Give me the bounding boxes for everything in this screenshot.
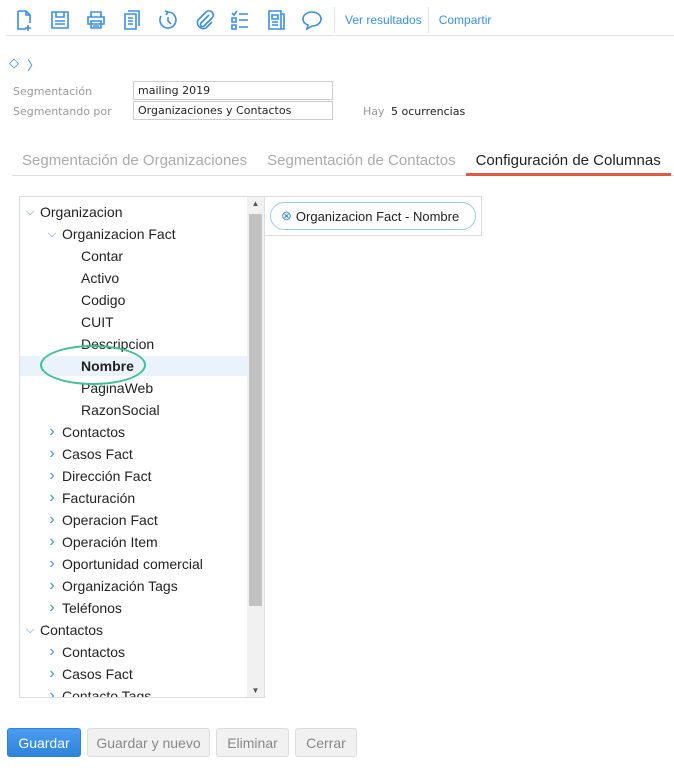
eliminar-button[interactable]: Eliminar (216, 728, 289, 757)
tree-item[interactable]: › Operacion Fact (20, 510, 248, 530)
chevron-right-icon[interactable]: 〉 (27, 55, 40, 74)
tree-item-label: Organizacion Fact (62, 226, 176, 242)
comment-icon[interactable] (294, 6, 330, 34)
guardar-button[interactable]: Guardar (7, 728, 81, 757)
tree-item[interactable]: ⌵ Organizacion Fact (20, 224, 248, 244)
tree-item-label: Activo (81, 270, 120, 286)
tree-item-label: Oportunidad comercial (62, 556, 203, 572)
tree-item-label: Contactos (62, 424, 126, 440)
column-chip[interactable]: ⊗ Organizacion Fact - Nombre (270, 202, 477, 230)
scroll-up-icon[interactable]: ▲ (247, 199, 264, 208)
chevron-right-icon[interactable]: › (45, 687, 59, 697)
tree-item[interactable]: › Oportunidad comercial (20, 554, 248, 574)
history-icon[interactable] (150, 6, 186, 34)
compartir-link[interactable]: Compartir (437, 13, 494, 27)
column-chip-label: Organizacion Fact - Nombre (295, 208, 460, 224)
tree-item[interactable]: › Contacto Tags (20, 686, 248, 698)
divider (427, 6, 429, 33)
segmentando-label: Segmentando por (13, 105, 112, 118)
tree-item[interactable]: CUIT (20, 312, 248, 332)
chevron-right-icon[interactable]: › (45, 467, 59, 485)
tree-item[interactable]: › Teléfonos (20, 598, 248, 618)
segmentando-input[interactable]: Organizaciones y Contactos (133, 101, 333, 120)
copy-icon[interactable] (114, 6, 150, 34)
tree-item-label: Operación Item (62, 534, 158, 550)
save-icon[interactable] (42, 6, 78, 34)
tree-item[interactable]: › Facturación (20, 488, 248, 508)
tree-item-label: Facturación (62, 490, 136, 506)
tree-item[interactable]: › Organización Tags (20, 576, 248, 596)
tree-item[interactable]: › Casos Fact (20, 664, 248, 684)
tree-item-label: CUIT (81, 314, 114, 330)
highlight-annotation (40, 345, 146, 385)
chevron-down-icon[interactable]: ⌵ (23, 206, 37, 219)
tree-item[interactable]: ⌵ Organizacion (20, 202, 248, 222)
tree-item[interactable]: Activo (20, 268, 248, 288)
chevron-right-icon[interactable]: › (45, 665, 59, 683)
toolbar: Ver resultados Compartir (6, 4, 674, 36)
cerrar-button[interactable]: Cerrar (295, 728, 357, 757)
tree-item[interactable]: Codigo (20, 290, 248, 310)
segmentacion-label: Segmentación (13, 85, 93, 98)
chevron-right-icon[interactable]: › (45, 489, 59, 507)
ver-resultados-link[interactable]: Ver resultados (343, 13, 424, 27)
tab-configuracion-columnas[interactable]: Configuración de Columnas (465, 146, 671, 176)
tree-item-label: Codigo (81, 292, 126, 308)
scrollbar[interactable]: ▲ ▼ (247, 197, 264, 697)
chevron-right-icon[interactable]: › (45, 577, 59, 595)
tree-item-label: RazonSocial (81, 402, 160, 418)
tree-item[interactable]: ⌵ Contactos (20, 620, 248, 640)
guardar-y-nuevo-button[interactable]: Guardar y nuevo (87, 728, 210, 757)
tree-item-label: Organizacion (40, 204, 123, 220)
notes-icon[interactable] (258, 6, 294, 34)
checklist-icon[interactable] (222, 6, 258, 34)
chevron-right-icon[interactable]: › (45, 599, 59, 617)
tree-item-label: Contactos (62, 644, 126, 660)
tree-item-label: Casos Fact (62, 666, 133, 682)
field-tree: › Contacto Tags › Casos Fact › Contactos ⌵ Cont… (19, 196, 265, 698)
tree-item[interactable]: › Contactos (20, 642, 248, 662)
tree-item[interactable]: PaginaWeb (20, 378, 248, 398)
tree-item-label: Dirección Fact (62, 468, 152, 484)
breadcrumb: ◇ 〉 (9, 55, 40, 74)
tree-item[interactable]: › Operación Item (20, 532, 248, 552)
tag-icon[interactable]: ◇ (9, 55, 19, 74)
scroll-down-icon[interactable]: ▼ (247, 686, 264, 695)
tree-item-label: Contacto Tags (62, 688, 152, 698)
new-document-icon[interactable] (6, 6, 42, 34)
tree-item-label: Contactos (40, 622, 104, 638)
attachment-icon[interactable] (186, 6, 222, 34)
divider (334, 6, 335, 33)
tree-item-label: Organización Tags (62, 578, 178, 594)
tab-segmentacion-organizaciones[interactable]: Segmentación de Organizaciones (12, 146, 257, 176)
scrollbar-thumb[interactable] (249, 214, 262, 606)
tree-item-label: Contar (81, 248, 124, 264)
chevron-down-icon[interactable]: ⌵ (45, 228, 59, 241)
tree-item-label: Operacion Fact (62, 512, 158, 528)
tree-item[interactable]: RazonSocial (20, 400, 248, 420)
tree-item[interactable]: › Dirección Fact (20, 466, 248, 486)
selected-columns-panel: ⊗ Organizacion Fact - Nombre (264, 196, 482, 236)
chevron-down-icon[interactable]: ⌵ (23, 624, 37, 637)
tree-item[interactable]: Contar (20, 246, 248, 266)
remove-circle-icon[interactable]: ⊗ (281, 208, 292, 224)
tab-segmentacion-contactos[interactable]: Segmentación de Contactos (257, 146, 465, 176)
tree-item-label: Casos Fact (62, 446, 133, 462)
segmentacion-input[interactable]: mailing 2019 (133, 81, 333, 100)
chevron-right-icon[interactable]: › (45, 423, 59, 441)
chevron-right-icon[interactable]: › (45, 643, 59, 661)
chevron-right-icon[interactable]: › (45, 533, 59, 551)
tree-item-label: Teléfonos (62, 600, 122, 616)
tab-bar: Segmentación de Organizaciones Segmentac… (12, 146, 674, 176)
chevron-right-icon[interactable]: › (45, 555, 59, 573)
chevron-right-icon[interactable]: › (45, 445, 59, 463)
ocurrencias-count: 5 ocurrencias (391, 105, 466, 118)
print-icon[interactable] (78, 6, 114, 34)
hay-label: Hay (363, 105, 385, 118)
chevron-right-icon[interactable]: › (45, 511, 59, 529)
tree-item[interactable]: › Contactos (20, 422, 248, 442)
tree-item[interactable]: › Casos Fact (20, 444, 248, 464)
